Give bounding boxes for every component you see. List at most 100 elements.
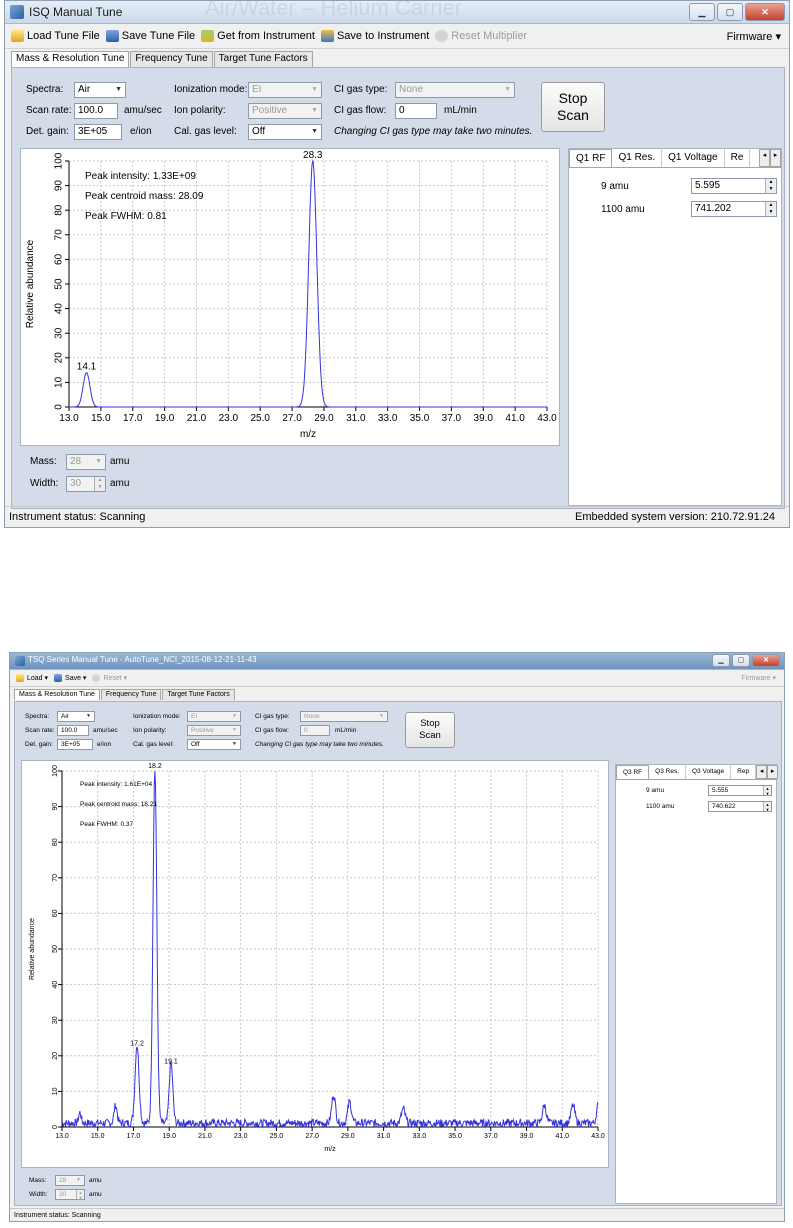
width-stepper[interactable]: 30 ▲ ▼ bbox=[55, 1189, 85, 1200]
ci-gas-type-select[interactable]: None bbox=[395, 82, 515, 98]
spectra-select[interactable]: Air bbox=[74, 82, 126, 98]
ci-gas-type-label: CI gas type: bbox=[334, 84, 388, 95]
width-stepper[interactable]: 30 ▲ ▼ bbox=[66, 476, 106, 492]
side-tabs: Q1 RF Q1 Res. Q1 Voltage Re ◂ ▸ bbox=[569, 149, 781, 168]
mass-select[interactable]: 28 bbox=[55, 1175, 85, 1186]
det-gain-input[interactable]: 3E+05 bbox=[57, 739, 93, 750]
firmware-menu[interactable]: Firmware ▾ bbox=[741, 674, 776, 682]
save-menu-button[interactable]: Save ▾ bbox=[54, 674, 86, 682]
x-tick-label: 41.0 bbox=[555, 1133, 569, 1140]
stepper-arrows-icon[interactable]: ▲ ▼ bbox=[763, 786, 771, 796]
save-to-instrument-button[interactable]: Save to Instrument bbox=[320, 30, 429, 42]
tab-frequency-tune[interactable]: Frequency Tune bbox=[100, 689, 162, 700]
tab-scroll-left-icon[interactable]: ◂ bbox=[759, 149, 770, 167]
maximize-button[interactable]: ▢ bbox=[717, 3, 743, 21]
mass-select[interactable]: 28 bbox=[66, 454, 106, 470]
minimize-button[interactable]: ▁ bbox=[689, 3, 715, 21]
spectrum-plot: 13.0 15.0 17.0 19.0 21.0 23.0 25.0 27.0 29.0 31.0… bbox=[20, 148, 560, 446]
det-gain-input[interactable]: 3E+05 bbox=[74, 124, 122, 140]
ion-polarity-select[interactable]: Positive bbox=[248, 103, 322, 119]
tab-scroll-right-icon[interactable]: ▸ bbox=[767, 765, 779, 779]
maximize-button[interactable]: ▢ bbox=[732, 654, 750, 667]
x-tick-label: 37.0 bbox=[484, 1133, 498, 1140]
tab-q3-voltage[interactable]: Q3 Voltage bbox=[686, 765, 732, 779]
ci-gas-note: Changing CI gas type may take two minute… bbox=[334, 126, 533, 137]
q1-rf-9amu-stepper[interactable]: 5.595 ▲ ▼ bbox=[691, 178, 777, 194]
stepper-arrows-icon[interactable]: ▲ ▼ bbox=[94, 477, 105, 491]
load-menu-button[interactable]: Load ▾ bbox=[16, 674, 48, 682]
ionization-mode-select[interactable]: EI bbox=[248, 82, 322, 98]
tab-overflow[interactable]: Re bbox=[725, 149, 751, 167]
x-tick-label: 21.0 bbox=[187, 413, 207, 424]
close-button[interactable]: ✕ bbox=[745, 3, 785, 21]
close-button[interactable]: ✕ bbox=[752, 654, 780, 667]
ionization-mode-label: Ionization mode: bbox=[133, 713, 181, 720]
stepper-arrows-icon[interactable]: ▲ ▼ bbox=[765, 179, 776, 193]
window-title: ISQ Manual Tune bbox=[29, 5, 123, 19]
tab-q3-rf[interactable]: Q3 RF bbox=[616, 765, 650, 779]
y-tick-label: 70 bbox=[52, 874, 59, 882]
x-tick-label: 29.0 bbox=[314, 413, 334, 424]
firmware-menu[interactable]: Firmware ▾ bbox=[727, 30, 781, 43]
scan-rate-input[interactable]: 100.0 bbox=[74, 103, 118, 119]
y-tick-label: 30 bbox=[52, 1016, 59, 1024]
ci-gas-flow-input[interactable]: 0 bbox=[395, 103, 437, 119]
stop-scan-button[interactable]: Stop Scan bbox=[405, 712, 455, 748]
load-tune-file-button[interactable]: Load Tune File bbox=[11, 30, 100, 42]
y-tick-label: 90 bbox=[52, 803, 59, 811]
reset-icon bbox=[435, 30, 449, 42]
stepper-arrows-icon[interactable]: ▲ ▼ bbox=[763, 802, 771, 812]
det-gain-label: Det. gain: bbox=[26, 126, 69, 137]
instrument-status: Instrument status: Scanning bbox=[14, 1211, 101, 1219]
tab-overflow[interactable]: Rep bbox=[731, 765, 757, 779]
ci-gas-type-select[interactable]: None bbox=[300, 711, 388, 722]
mass-label: Mass: bbox=[29, 1177, 47, 1184]
tab-mass-resolution[interactable]: Mass & Resolution Tune bbox=[11, 51, 130, 67]
q3-rf-9amu-stepper[interactable]: 5.555 ▲ ▼ bbox=[708, 785, 772, 796]
width-unit: amu bbox=[89, 1191, 102, 1198]
y-tick-label: 80 bbox=[54, 204, 65, 216]
tab-scroll-right-icon[interactable]: ▸ bbox=[770, 149, 781, 167]
cal-gas-level-select[interactable]: Off bbox=[248, 124, 322, 140]
stop-scan-button[interactable]: Stop Scan bbox=[541, 82, 605, 132]
ion-polarity-select[interactable]: Positive bbox=[187, 725, 241, 736]
tab-q3-res[interactable]: Q3 Res. bbox=[649, 765, 686, 779]
q3-rf-1100amu-stepper[interactable]: 740.622 ▲ ▼ bbox=[708, 801, 772, 812]
mass-unit: amu bbox=[110, 456, 130, 467]
minimize-button[interactable]: ▁ bbox=[712, 654, 730, 667]
x-tick-label: 39.0 bbox=[520, 1133, 534, 1140]
ionization-mode-select[interactable]: EI bbox=[187, 711, 241, 722]
tab-mass-resolution[interactable]: Mass & Resolution Tune bbox=[14, 689, 100, 700]
x-tick-label: 33.0 bbox=[378, 413, 398, 424]
det-gain-label: Det. gain: bbox=[25, 741, 53, 748]
tab-q1-rf[interactable]: Q1 RF bbox=[569, 149, 613, 167]
lens-side-panel: Q1 RF Q1 Res. Q1 Voltage Re ◂ ▸ 9 amu 5.5… bbox=[568, 148, 782, 506]
tab-q1-res[interactable]: Q1 Res. bbox=[612, 149, 663, 167]
ci-gas-flow-input[interactable]: 0 bbox=[300, 725, 330, 736]
q1-rf-1100amu-stepper[interactable]: 741.202 ▲ ▼ bbox=[691, 201, 777, 217]
x-tick-label: 31.0 bbox=[346, 413, 366, 424]
scan-rate-input[interactable]: 100.0 bbox=[57, 725, 89, 736]
y-tick-label: 80 bbox=[52, 838, 59, 846]
tab-q1-voltage[interactable]: Q1 Voltage bbox=[662, 149, 725, 167]
spectra-select[interactable]: Air bbox=[57, 711, 95, 722]
tab-frequency-tune[interactable]: Frequency Tune bbox=[130, 51, 213, 67]
title-bar: ISQ Manual Tune Air/Water – Helium Carri… bbox=[5, 1, 789, 24]
tab-scroll-left-icon[interactable]: ◂ bbox=[756, 765, 768, 779]
tab-target-tune-factors[interactable]: Target Tune Factors bbox=[162, 689, 235, 700]
y-tick-label: 60 bbox=[54, 253, 65, 265]
x-tick-label: 27.0 bbox=[305, 1133, 319, 1140]
ci-gas-flow-label: CI gas flow: bbox=[255, 727, 289, 734]
get-from-instrument-button[interactable]: Get from Instrument bbox=[201, 30, 315, 42]
peak-centroid-text: Peak centroid mass: 28.09 bbox=[85, 191, 204, 202]
save-tune-file-button[interactable]: Save Tune File bbox=[105, 30, 195, 42]
stepper-arrows-icon[interactable]: ▲ ▼ bbox=[76, 1190, 84, 1200]
det-gain-unit: e/ion bbox=[130, 126, 152, 137]
reset-menu-button[interactable]: Reset ▾ bbox=[92, 674, 127, 682]
cal-gas-level-select[interactable]: Off bbox=[187, 739, 241, 750]
tab-target-tune-factors[interactable]: Target Tune Factors bbox=[213, 51, 313, 67]
toolbar: Load Tune File Save Tune File Get from I… bbox=[5, 24, 789, 49]
reset-multiplier-button[interactable]: Reset Multiplier bbox=[435, 30, 527, 42]
ion-polarity-label: Ion polarity: bbox=[174, 105, 226, 116]
stepper-arrows-icon[interactable]: ▲ ▼ bbox=[765, 202, 776, 216]
